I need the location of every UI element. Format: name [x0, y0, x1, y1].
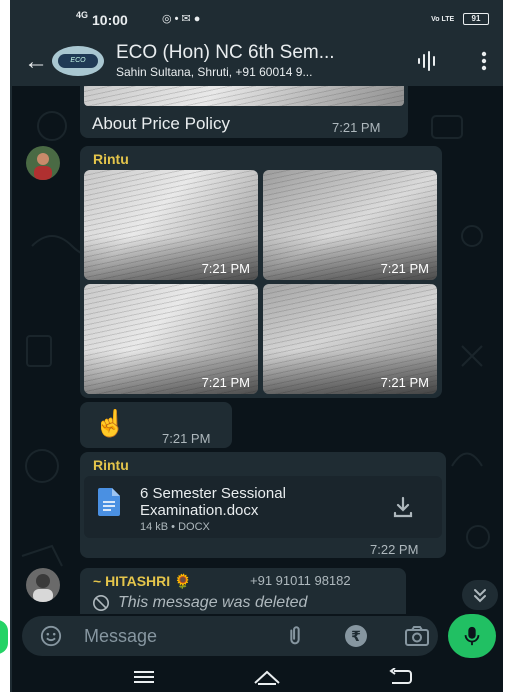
- more-options-icon[interactable]: [480, 50, 488, 72]
- grid-image-4[interactable]: 7:21 PM: [263, 284, 437, 394]
- microphone-icon: [464, 626, 480, 646]
- message-time: 7:21 PM: [162, 431, 211, 446]
- grid-image-3[interactable]: 7:21 PM: [84, 284, 258, 394]
- notification-icons: ◎•✉●: [162, 12, 203, 25]
- emoji-icon[interactable]: [40, 625, 62, 647]
- chat-subtitle[interactable]: Sahin Sultana, Shruti, +91 60014 9...: [116, 65, 312, 79]
- deleted-text: This message was deleted: [118, 594, 308, 611]
- grid-image-1[interactable]: 7:21 PM: [84, 170, 258, 280]
- voice-chat-icon[interactable]: [416, 50, 438, 72]
- status-time: 10:00: [92, 12, 128, 28]
- status-right: Vo LTE 91: [431, 13, 489, 25]
- rupee-payment-icon[interactable]: ₹: [344, 624, 368, 648]
- image-grid-message[interactable]: Rintu 7:21 PM 7:21 PM 7:21 PM 7:21 PM: [80, 146, 442, 398]
- sender-avatar[interactable]: [26, 568, 60, 602]
- left-frame: [0, 0, 12, 692]
- home-icon[interactable]: [252, 668, 282, 686]
- deleted-message[interactable]: ~ HITASHRI 🌻 +91 91011 98182 This messag…: [80, 568, 406, 614]
- message-image[interactable]: [84, 86, 404, 106]
- right-frame: [503, 0, 509, 692]
- document-message[interactable]: Rintu 6 Semester Sessional Examination.d…: [80, 452, 446, 558]
- document-icon: [98, 488, 120, 516]
- image-time: 7:21 PM: [380, 375, 429, 390]
- document-name-line1: 6 Semester Sessional: [140, 485, 286, 502]
- avatar-image: [26, 568, 60, 602]
- message-time: 7:21 PM: [332, 120, 381, 135]
- chat-header: ← ECO ECO (Hon) NC 6th Sem... Sahin Sult…: [12, 38, 503, 86]
- system-nav-bar: [12, 660, 503, 692]
- deleted-icon: [92, 594, 110, 612]
- emoji-message[interactable]: ☝️ 7:21 PM: [80, 402, 232, 448]
- emoji-content: ☝️: [94, 408, 127, 438]
- back-arrow-icon[interactable]: ←: [24, 48, 48, 76]
- sender-avatar[interactable]: [26, 146, 60, 180]
- image-caption: About Price Policy: [92, 114, 230, 133]
- recent-apps-icon[interactable]: [132, 669, 156, 685]
- attach-icon[interactable]: [284, 625, 306, 647]
- grid-image-2[interactable]: 7:21 PM: [263, 170, 437, 280]
- sender-name[interactable]: ~ HITASHRI 🌻: [93, 573, 191, 590]
- battery-icon: 91: [463, 13, 489, 25]
- back-nav-icon[interactable]: [388, 668, 414, 686]
- group-avatar[interactable]: ECO: [52, 46, 104, 76]
- message-time: 7:22 PM: [370, 542, 419, 557]
- message-input[interactable]: Message: [84, 626, 157, 647]
- message-composer: Message ₹: [22, 616, 438, 656]
- chat-title[interactable]: ECO (Hon) NC 6th Sem...: [116, 42, 335, 64]
- chat-icon: ●: [193, 13, 204, 25]
- camera-icon[interactable]: [404, 625, 430, 647]
- svg-text:₹: ₹: [351, 629, 361, 645]
- scroll-to-bottom-button[interactable]: [462, 580, 498, 610]
- download-icon[interactable]: [392, 496, 414, 518]
- chat-screen: 4G 10:00 ◎•✉● Vo LTE 91 ← ECO ECO (Hon) …: [12, 0, 503, 692]
- group-avatar-image: ECO: [58, 54, 98, 68]
- image-time: 7:21 PM: [201, 375, 250, 390]
- voice-record-button[interactable]: [448, 614, 496, 658]
- avatar-image: [26, 146, 60, 180]
- image-time: 7:21 PM: [380, 261, 429, 276]
- document-name-line2: Examination.docx: [140, 502, 259, 519]
- status-bar: 4G 10:00 ◎•✉● Vo LTE 91: [12, 0, 503, 38]
- mail-icon: ✉: [181, 13, 194, 25]
- signal-icon: 4G: [76, 10, 89, 20]
- volte-icon: Vo LTE: [431, 16, 455, 23]
- whatsapp-icon: ◎: [162, 13, 175, 25]
- image-caption-message[interactable]: About Price Policy 7:21 PM: [80, 86, 408, 138]
- image-time: 7:21 PM: [201, 261, 250, 276]
- chevron-double-down-icon: [474, 589, 486, 603]
- document-meta: 14 kB • DOCX: [140, 521, 210, 533]
- sender-phone: +91 91011 98182: [250, 573, 351, 588]
- sender-name[interactable]: Rintu: [93, 457, 129, 473]
- document-name[interactable]: 6 Semester Sessional Examination.docx: [140, 485, 286, 519]
- sender-name[interactable]: Rintu: [93, 151, 129, 167]
- document-card[interactable]: 6 Semester Sessional Examination.docx 14…: [84, 476, 442, 538]
